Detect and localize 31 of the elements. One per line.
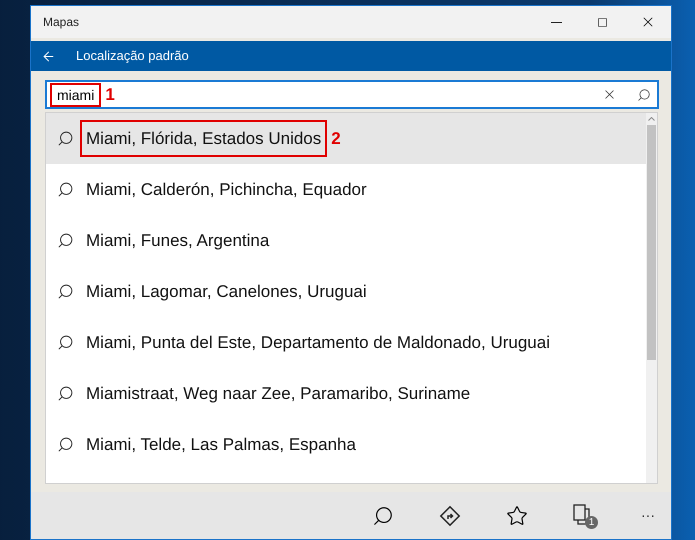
search-field[interactable]: miami 1 xyxy=(45,80,659,109)
maximize-icon xyxy=(596,16,608,28)
annotation-number: 1 xyxy=(105,86,115,103)
star-icon[interactable] xyxy=(506,504,528,526)
more-button[interactable]: ··· xyxy=(633,505,663,526)
back-icon[interactable] xyxy=(41,48,56,64)
search-icon[interactable] xyxy=(637,88,651,102)
window-title: Mapas xyxy=(43,14,80,31)
search-icon xyxy=(57,385,74,402)
search-icon xyxy=(57,283,74,300)
header-title: Localização padrão xyxy=(76,47,189,66)
search-icon xyxy=(57,130,74,147)
suggestion-text: Miami, Flórida, Estados Unidos xyxy=(80,120,328,158)
search-icon xyxy=(57,436,74,453)
scrollbar[interactable] xyxy=(646,113,657,483)
suggestion-text: Miamistraat, Weg naar Zee, Paramaribo, Suriname xyxy=(86,382,470,405)
search-icon xyxy=(57,232,74,249)
search-query: miami xyxy=(50,82,102,106)
suggestion-text: Miami, Calderón, Pichincha, Equador xyxy=(86,178,367,201)
annotation-number: 2 xyxy=(331,130,341,147)
suggestion-item[interactable]: Miami, Flórida, Estados Unidos 2 xyxy=(46,113,646,164)
search-icon[interactable] xyxy=(372,504,394,526)
search-icon xyxy=(57,181,74,198)
search-icon xyxy=(57,334,74,351)
count-badge: 1 xyxy=(585,516,598,528)
suggestion-text: Miami, Funes, Argentina xyxy=(86,230,270,252)
suggestion-text: Miami, Lagomar, Canelones, Uruguai xyxy=(86,280,367,303)
scroll-up-icon[interactable] xyxy=(648,117,655,121)
suggestion-text: Miami, Telde, Las Palmas, Espanha xyxy=(86,434,356,456)
suggestion-text: Miami, Punta del Este, Departamento de Maldonado, Uruguai xyxy=(86,332,550,354)
directions-icon[interactable] xyxy=(439,504,461,526)
